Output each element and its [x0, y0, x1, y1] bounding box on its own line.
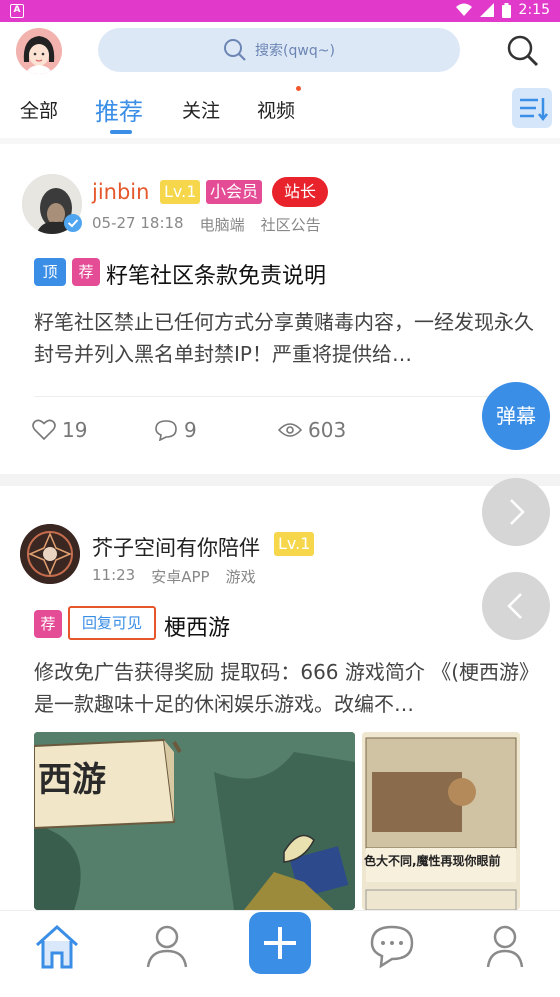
- tab-follow[interactable]: 关注: [182, 96, 220, 123]
- tab-recommend[interactable]: 推荐: [95, 92, 143, 127]
- sort-button[interactable]: [512, 88, 552, 128]
- post-image[interactable]: 西游: [34, 732, 355, 910]
- post-card[interactable]: 芥子空间有你陪伴 Lv.1 11:23 安卓APP 游戏 荐 回复可见 梗西游 …: [0, 486, 560, 910]
- app-notification-icon: A: [10, 4, 24, 18]
- chevron-left-icon: [507, 593, 522, 619]
- verified-icon: [64, 214, 82, 232]
- like-count: 19: [62, 418, 88, 442]
- signal-icon: [479, 3, 494, 17]
- search-placeholder: 搜索(qwq~): [255, 43, 335, 59]
- post-meta: 05-27 18:18 电脑端 社区公告: [92, 214, 321, 235]
- post-divider: [34, 396, 534, 397]
- battery-icon: [501, 2, 511, 18]
- bottom-navigation: [0, 910, 560, 997]
- avatar-girl-icon: [16, 28, 62, 74]
- post-category[interactable]: 社区公告: [261, 214, 321, 235]
- eye-icon: [278, 423, 302, 437]
- view-stat: 603: [278, 418, 346, 442]
- post-author-name[interactable]: 芥子空间有你陪伴: [92, 532, 260, 562]
- status-icons: 2:15: [455, 2, 550, 18]
- search-icon: [224, 39, 246, 61]
- status-bar: A 2:15: [0, 0, 560, 22]
- previous-button[interactable]: [482, 572, 550, 640]
- image-caption: 西游: [38, 760, 106, 800]
- video-tab-dot: [296, 86, 301, 91]
- plus-icon: [264, 927, 296, 959]
- post-time: 11:23: [92, 566, 136, 584]
- chevron-right-icon: [510, 499, 525, 525]
- post-author-name[interactable]: jinbin: [92, 180, 149, 204]
- divider: [0, 474, 560, 486]
- tag-top: 顶: [34, 258, 66, 286]
- user-avatar[interactable]: [16, 28, 62, 74]
- next-button[interactable]: [482, 478, 550, 546]
- post-body[interactable]: 修改免广告获得奖励 提取码：666 游戏简介 《(梗西游》是一款趣味十足的休闲娱…: [34, 656, 530, 720]
- post-title[interactable]: 籽笔社区条款免责说明: [106, 258, 326, 290]
- like-stat[interactable]: 19: [32, 418, 154, 442]
- status-time: 2:15: [518, 2, 550, 18]
- search-button-icon[interactable]: [506, 34, 540, 68]
- tab-all[interactable]: 全部: [20, 96, 58, 123]
- sort-list-icon: [520, 98, 548, 122]
- person-icon[interactable]: [142, 921, 192, 971]
- tag-recommend: 荐: [72, 258, 100, 286]
- profile-icon[interactable]: [480, 921, 530, 971]
- game-room-image-icon: [362, 732, 520, 910]
- post-title[interactable]: 梗西游: [164, 610, 230, 642]
- tab-video[interactable]: 视频: [257, 96, 295, 123]
- level-badge: Lv.1: [274, 532, 315, 556]
- post-device: 安卓APP: [151, 568, 210, 586]
- member-badge: 小会员: [206, 180, 263, 204]
- post-stats: 19 9 603: [32, 418, 532, 442]
- category-tabs: 全部 推荐 关注 视频: [0, 80, 560, 138]
- avatar-mandala-icon: [20, 524, 80, 584]
- post-card[interactable]: jinbin Lv.1 小会员 站长 05-27 18:18 电脑端 社区公告 …: [0, 144, 560, 474]
- post-meta: 11:23 安卓APP 游戏: [92, 566, 256, 587]
- level-badge: Lv.1: [160, 180, 201, 204]
- post-category[interactable]: 游戏: [226, 566, 256, 587]
- view-count: 603: [308, 418, 347, 442]
- post-body[interactable]: 籽笔社区禁止已任何方式分享黄赌毒内容，一经发现永久封号并列入黑名单封禁IP！严重…: [34, 306, 534, 370]
- comment-count: 9: [184, 418, 197, 442]
- post-time: 05-27 18:18: [92, 214, 184, 232]
- wifi-icon: [455, 3, 472, 16]
- post-image[interactable]: 色大不同,魔性再现你眼前: [362, 732, 520, 910]
- search-bar[interactable]: 搜索(qwq~): [98, 28, 460, 72]
- home-icon[interactable]: [32, 921, 82, 971]
- heart-icon: [32, 419, 56, 441]
- image-caption: 色大不同,魔性再现你眼前: [364, 854, 501, 868]
- top-bar: 搜索(qwq~): [0, 22, 560, 80]
- tag-recommend: 荐: [34, 610, 62, 638]
- message-icon[interactable]: [367, 921, 417, 971]
- danmu-button[interactable]: 弹幕: [482, 382, 550, 450]
- post-device: 电脑端: [199, 216, 245, 234]
- post-author-avatar[interactable]: [20, 524, 80, 584]
- tag-reply-visible: 回复可见: [68, 606, 156, 640]
- comment-stat[interactable]: 9: [154, 418, 278, 442]
- create-post-button[interactable]: [249, 912, 311, 974]
- active-tab-indicator: [110, 130, 132, 134]
- role-badge: 站长: [272, 177, 329, 207]
- comment-icon: [155, 420, 177, 441]
